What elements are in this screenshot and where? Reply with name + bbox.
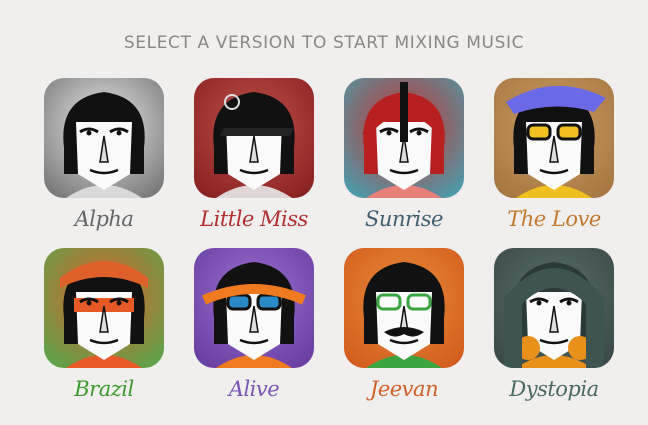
page-heading: SELECT A VERSION TO START MIXING MUSIC bbox=[123, 33, 525, 53]
version-card-dystopia[interactable]: Dystopia bbox=[494, 248, 614, 418]
character-art bbox=[494, 248, 614, 368]
version-label-alpha[interactable]: Alpha bbox=[34, 207, 174, 231]
version-card-jeevan[interactable]: Jeevan bbox=[344, 248, 464, 418]
version-label-sunrise[interactable]: Sunrise bbox=[334, 207, 474, 231]
jeevan-character-icon[interactable] bbox=[344, 248, 464, 368]
brazil-character-icon[interactable] bbox=[44, 248, 164, 368]
version-card-little-miss[interactable]: Little Miss bbox=[194, 78, 314, 248]
version-card-alive[interactable]: Alive bbox=[194, 248, 314, 418]
dystopia-character-icon[interactable] bbox=[494, 248, 614, 368]
little-miss-character-icon[interactable] bbox=[194, 78, 314, 198]
version-card-alpha[interactable]: Alpha bbox=[44, 78, 164, 248]
character-art bbox=[194, 248, 314, 368]
version-label-brazil[interactable]: Brazil bbox=[34, 377, 174, 401]
alive-character-icon[interactable] bbox=[194, 248, 314, 368]
version-card-the-love[interactable]: The Love bbox=[494, 78, 614, 248]
version-label-alive[interactable]: Alive bbox=[184, 377, 324, 401]
version-card-sunrise[interactable]: Sunrise bbox=[344, 78, 464, 248]
sunrise-character-icon[interactable] bbox=[344, 78, 464, 198]
version-card-brazil[interactable]: Brazil bbox=[44, 248, 164, 418]
version-label-the-love[interactable]: The Love bbox=[484, 207, 624, 231]
character-art bbox=[44, 78, 164, 198]
character-art bbox=[494, 78, 614, 198]
version-grid: Alpha Little Miss Sunrise The Love Brazi… bbox=[44, 78, 614, 418]
character-art bbox=[194, 78, 314, 198]
alpha-character-icon[interactable] bbox=[44, 78, 164, 198]
version-label-little-miss[interactable]: Little Miss bbox=[184, 207, 324, 231]
character-art bbox=[344, 248, 464, 368]
version-label-dystopia[interactable]: Dystopia bbox=[484, 377, 624, 401]
the-love-character-icon[interactable] bbox=[494, 78, 614, 198]
version-label-jeevan[interactable]: Jeevan bbox=[334, 377, 474, 401]
character-art bbox=[44, 248, 164, 368]
character-art bbox=[344, 78, 464, 198]
